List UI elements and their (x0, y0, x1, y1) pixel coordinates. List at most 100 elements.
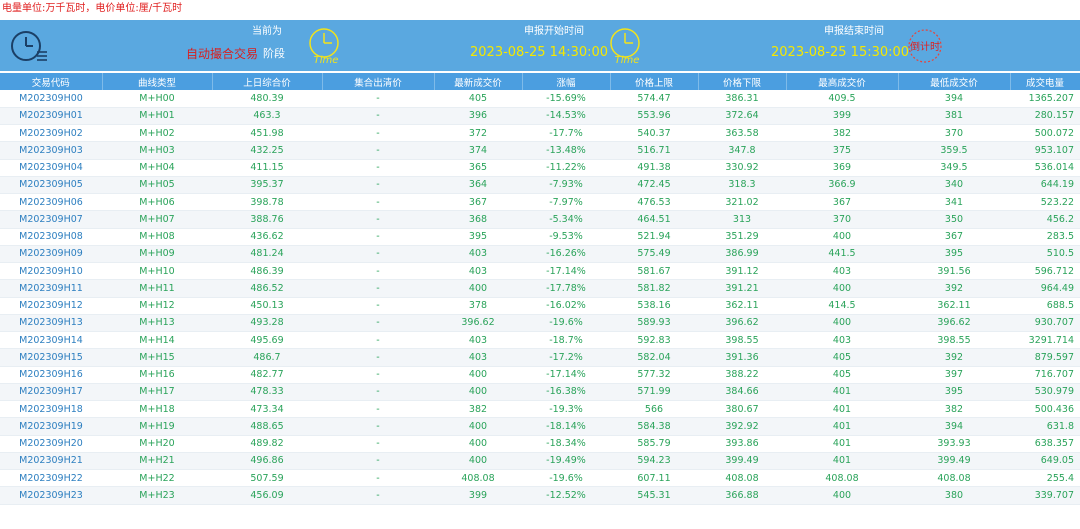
table-cell: 396.62 (698, 314, 786, 333)
table-cell: -18.7% (522, 331, 610, 350)
table-cell: -17.14% (522, 366, 610, 384)
clock-list-icon (11, 30, 47, 61)
table-cell: -18.14% (522, 417, 610, 436)
table-cell: - (322, 245, 434, 264)
table-row[interactable]: M202309H09 M+H09 481.24-403 -16.26% 575.49 38… (0, 245, 1080, 264)
table-row[interactable]: M202309H03 M+H03 432.25-374 -13.48% 516.71 34… (0, 141, 1080, 160)
table-cell: 581.82 (610, 279, 698, 298)
table-cell: 280.157 (1010, 107, 1080, 126)
table-row[interactable]: M202309H12 M+H12 450.13-378 -16.02% 538.16 36… (0, 297, 1080, 315)
table-row[interactable]: M202309H11 M+H11 486.52-400 -17.78% 581.82 39… (0, 279, 1080, 298)
column-header[interactable]: 曲线类型 (102, 73, 213, 90)
table-cell: M202309H08 (0, 228, 102, 246)
table-row[interactable]: M202309H17 M+H17 478.33-400 -16.38% 571.99 38… (0, 383, 1080, 402)
table-cell: 400 (434, 279, 522, 298)
table-row[interactable]: M202309H23 M+H23 456.09-399 -12.52% 545.31 36… (0, 486, 1080, 505)
table-row[interactable]: M202309H04 M+H04 411.15-365 -11.22% 491.38 33… (0, 159, 1080, 177)
table-cell: 349.5 (898, 159, 1010, 177)
table-cell: 378 (434, 297, 522, 315)
table-cell: 367 (898, 228, 1010, 246)
table-cell: -7.97% (522, 193, 610, 212)
table-cell: 507.59 (212, 469, 322, 488)
table-row[interactable]: M202309H10 M+H10 486.39-403 -17.14% 581.67 39… (0, 262, 1080, 281)
table-row[interactable]: M202309H21 M+H21 496.86-400 -19.49% 594.23 39… (0, 452, 1080, 471)
table-row[interactable]: M202309H13 M+H13 493.28-396.62 -19.6% 589.93… (0, 314, 1080, 333)
table-cell: 403 (434, 262, 522, 281)
table-cell: 553.96 (610, 107, 698, 126)
table-cell: 400 (786, 314, 898, 333)
table-cell: 401 (786, 435, 898, 453)
table-cell: 463.3 (212, 107, 322, 126)
table-cell: M202309H14 (0, 331, 102, 350)
table-cell: 393.93 (898, 435, 1010, 453)
table-cell: M202309H20 (0, 435, 102, 453)
table-cell: 403 (786, 262, 898, 281)
table-row[interactable]: M202309H18 M+H18 473.34-382 -19.3% 566 380.67… (0, 400, 1080, 419)
column-header[interactable]: 成交电量 (1010, 73, 1080, 90)
table-cell: 386.99 (698, 245, 786, 264)
table-cell: 391.56 (898, 262, 1010, 281)
column-header[interactable]: 集合出清价 (322, 73, 435, 90)
table-cell: 405 (434, 90, 522, 108)
table-cell: 401 (786, 452, 898, 471)
table-cell: M+H10 (102, 262, 212, 281)
column-header[interactable]: 最新成交价 (434, 73, 523, 90)
table-cell: 1365.207 (1010, 90, 1080, 108)
table-row[interactable]: M202309H16 M+H16 482.77-400 -17.14% 577.32 38… (0, 366, 1080, 384)
table-row[interactable]: M202309H01 M+H01 463.3-396 -14.53% 553.96 372… (0, 107, 1080, 126)
table-cell: 396.62 (434, 314, 522, 333)
table-cell: 394 (898, 90, 1010, 108)
table-cell: 456.2 (1010, 210, 1080, 229)
table-row[interactable]: M202309H07 M+H07 388.76-368 -5.34% 464.51 313… (0, 210, 1080, 229)
table-cell: - (322, 348, 434, 367)
table-cell: 596.712 (1010, 262, 1080, 281)
table-cell: 491.38 (610, 159, 698, 177)
table-cell: 953.107 (1010, 141, 1080, 160)
status-banner: 当前为 自动撮合交易 阶段 Time 申报开始时间 2023-08-25 14:… (0, 20, 1080, 71)
table-cell: 369 (786, 159, 898, 177)
table-cell: 396.62 (898, 314, 1010, 333)
table-cell: 403 (434, 331, 522, 350)
table-cell: 400 (434, 452, 522, 471)
app-logo (0, 20, 60, 71)
svg-text:Time: Time (615, 55, 640, 66)
table-cell: 414.5 (786, 297, 898, 315)
table-cell: 400 (434, 366, 522, 384)
table-row[interactable]: M202309H08 M+H08 436.62-395 -9.53% 521.94 351… (0, 228, 1080, 246)
table-row[interactable]: M202309H19 M+H19 488.65-400 -18.14% 584.38 39… (0, 417, 1080, 436)
table-row[interactable]: M202309H02 M+H02 451.98-372 -17.7% 540.37 363… (0, 124, 1080, 143)
column-header[interactable]: 价格上限 (610, 73, 699, 90)
column-header[interactable]: 最低成交价 (898, 73, 1011, 90)
table-row[interactable]: M202309H00 M+H00 480.39-405 -15.69% 574.47 38… (0, 90, 1080, 108)
table-cell: 451.98 (212, 124, 322, 143)
table-cell: M+H14 (102, 331, 212, 350)
table-cell: M202309H17 (0, 383, 102, 402)
table-cell: - (322, 366, 434, 384)
table-row[interactable]: M202309H14 M+H14 495.69-403 -18.7% 592.83 398… (0, 331, 1080, 350)
column-header[interactable]: 上日综合价 (212, 73, 323, 90)
column-header[interactable]: 交易代码 (0, 73, 103, 90)
table-cell: -9.53% (522, 228, 610, 246)
table-cell: -16.02% (522, 297, 610, 315)
table-cell: 395 (434, 228, 522, 246)
table-cell: 716.707 (1010, 366, 1080, 384)
table-cell: M202309H10 (0, 262, 102, 281)
table-cell: 382 (786, 124, 898, 143)
column-header[interactable]: 最高成交价 (786, 73, 899, 90)
table-cell: 393.86 (698, 435, 786, 453)
table-row[interactable]: M202309H06 M+H06 398.78-367 -7.97% 476.53 321… (0, 193, 1080, 212)
column-header[interactable]: 价格下限 (698, 73, 787, 90)
table-cell: 359.5 (898, 141, 1010, 160)
table-row[interactable]: M202309H22 M+H22 507.59-408.08 -19.6% 607.11… (0, 469, 1080, 488)
table-cell: 368 (434, 210, 522, 229)
table-cell: 366.9 (786, 176, 898, 195)
table-row[interactable]: M202309H15 M+H15 486.7-403 -17.2% 582.04 391.… (0, 348, 1080, 367)
table-cell: M202309H13 (0, 314, 102, 333)
table-cell: M202309H21 (0, 452, 102, 471)
column-header[interactable]: 涨幅 (522, 73, 611, 90)
table-row[interactable]: M202309H20 M+H20 489.82-400 -18.34% 585.79 39… (0, 435, 1080, 453)
table-row[interactable]: M202309H05 M+H05 395.37-364 -7.93% 472.45 318… (0, 176, 1080, 195)
table-cell: 473.34 (212, 400, 322, 419)
table-cell: - (322, 486, 434, 505)
table-cell: - (322, 400, 434, 419)
